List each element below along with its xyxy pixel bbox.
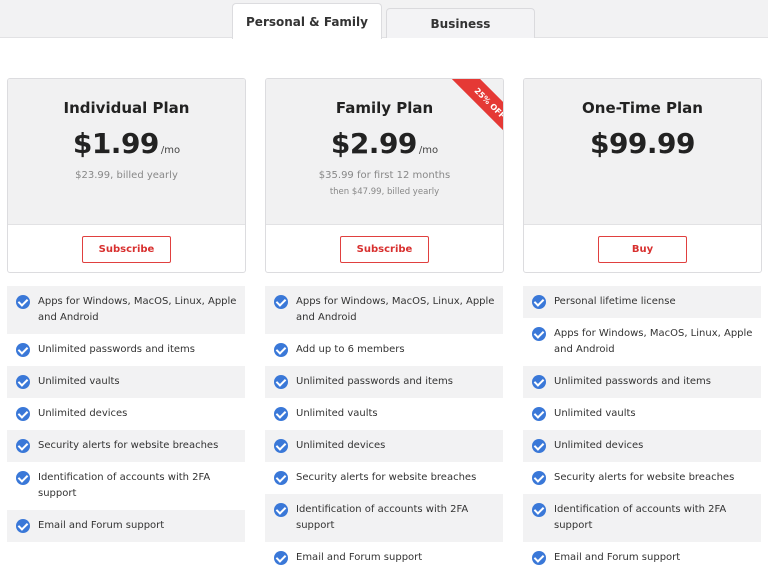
feature-text: Unlimited devices (554, 440, 644, 451)
feature-text: Apps for Windows, MacOS, Linux, Apple an… (554, 328, 753, 355)
feature-text: Security alerts for website breaches (554, 472, 735, 483)
feature-text: Identification of accounts with 2FA supp… (554, 504, 727, 531)
feature-item: Add up to 6 members (265, 334, 503, 366)
feature-text: Security alerts for website breaches (38, 440, 219, 451)
check-circle-icon (532, 295, 546, 309)
feature-item: Unlimited passwords and items (265, 366, 503, 398)
billing-note: $23.99, billed yearly (75, 170, 178, 181)
check-circle-icon (16, 519, 30, 533)
feature-item: Unlimited devices (7, 398, 245, 430)
check-circle-icon (532, 327, 546, 341)
feature-text: Apps for Windows, MacOS, Linux, Apple an… (38, 296, 237, 323)
billing-note: $35.99 for first 12 months (318, 170, 451, 181)
feature-text: Identification of accounts with 2FA supp… (296, 504, 469, 531)
plan-card-individual: Individual Plan $1.99 /mo $23.99, billed… (7, 78, 246, 273)
feature-text: Identification of accounts with 2FA supp… (38, 472, 211, 499)
feature-item: Security alerts for website breaches (265, 462, 503, 494)
feature-text: Unlimited passwords and items (38, 344, 195, 355)
check-circle-icon (532, 551, 546, 565)
plan-name: One-Time Plan (582, 99, 703, 117)
feature-item: Security alerts for website breaches (7, 430, 245, 462)
feature-item: Email and Forum support (265, 542, 503, 574)
feature-item: Identification of accounts with 2FA supp… (7, 462, 245, 510)
feature-text: Unlimited devices (38, 408, 128, 419)
billing-note-secondary: then $47.99, billed yearly (329, 187, 440, 197)
plan-card-header: Individual Plan $1.99 /mo $23.99, billed… (8, 79, 245, 225)
subscribe-button[interactable]: Subscribe (82, 236, 171, 263)
feature-item: Personal lifetime license (523, 286, 761, 318)
feature-text: Apps for Windows, MacOS, Linux, Apple an… (296, 296, 495, 323)
plan-card-one-time: One-Time Plan $99.99 Buy (523, 78, 762, 273)
check-circle-icon (16, 439, 30, 453)
tab-personal-family[interactable]: Personal & Family (232, 3, 382, 39)
feature-item: Email and Forum support (523, 542, 761, 574)
check-circle-icon (274, 439, 288, 453)
check-circle-icon (532, 375, 546, 389)
feature-text: Unlimited vaults (296, 408, 378, 419)
feature-text: Email and Forum support (296, 552, 423, 563)
plan-card-header: One-Time Plan $99.99 (524, 79, 761, 225)
price-row: $99.99 (524, 127, 761, 160)
feature-item: Identification of accounts with 2FA supp… (523, 494, 761, 542)
feature-item: Unlimited devices (523, 430, 761, 462)
feature-text: Unlimited devices (296, 440, 386, 451)
buy-button[interactable]: Buy (598, 236, 687, 263)
feature-item: Security alerts for website breaches (523, 462, 761, 494)
feature-text: Personal lifetime license (554, 296, 676, 307)
check-circle-icon (274, 343, 288, 357)
subscribe-button[interactable]: Subscribe (340, 236, 429, 263)
check-circle-icon (16, 471, 30, 485)
check-circle-icon (532, 439, 546, 453)
check-circle-icon (532, 503, 546, 517)
feature-item: Identification of accounts with 2FA supp… (265, 494, 503, 542)
feature-item: Email and Forum support (7, 510, 245, 542)
plan-price: $2.99 (330, 127, 418, 160)
check-circle-icon (274, 551, 288, 565)
price-row: $1.99 /mo (8, 127, 245, 160)
feature-list-one-time: Personal lifetime license Apps for Windo… (523, 286, 761, 574)
feature-item: Unlimited passwords and items (523, 366, 761, 398)
feature-item: Apps for Windows, MacOS, Linux, Apple an… (523, 318, 761, 366)
check-circle-icon (274, 295, 288, 309)
feature-list-individual: Apps for Windows, MacOS, Linux, Apple an… (7, 286, 245, 542)
check-circle-icon (532, 407, 546, 421)
feature-text: Unlimited vaults (38, 376, 120, 387)
feature-item: Unlimited devices (265, 430, 503, 462)
feature-item: Unlimited vaults (265, 398, 503, 430)
feature-item: Unlimited passwords and items (7, 334, 245, 366)
tab-business[interactable]: Business (386, 8, 535, 38)
check-circle-icon (274, 407, 288, 421)
check-circle-icon (16, 295, 30, 309)
check-circle-icon (16, 375, 30, 389)
feature-text: Email and Forum support (554, 552, 681, 563)
feature-item: Unlimited vaults (7, 366, 245, 398)
feature-item: Unlimited vaults (523, 398, 761, 430)
discount-ribbon: 25% OFF (443, 79, 503, 139)
feature-list-family: Apps for Windows, MacOS, Linux, Apple an… (265, 286, 503, 574)
discount-ribbon-label: 25% OFF (451, 79, 503, 139)
check-circle-icon (532, 471, 546, 485)
feature-text: Unlimited passwords and items (554, 376, 711, 387)
check-circle-icon (274, 471, 288, 485)
feature-text: Email and Forum support (38, 520, 165, 531)
plan-price: $99.99 (589, 127, 696, 160)
price-period: /mo (418, 145, 439, 156)
plan-tabs: Personal & Family Business (0, 0, 768, 39)
feature-item: Apps for Windows, MacOS, Linux, Apple an… (265, 286, 503, 334)
check-circle-icon (274, 375, 288, 389)
check-circle-icon (16, 343, 30, 357)
plan-price: $1.99 (72, 127, 160, 160)
feature-text: Add up to 6 members (296, 344, 405, 355)
plan-card-family: Family Plan $2.99 /mo $35.99 for first 1… (265, 78, 504, 273)
feature-item: Apps for Windows, MacOS, Linux, Apple an… (7, 286, 245, 334)
feature-text: Security alerts for website breaches (296, 472, 477, 483)
check-circle-icon (16, 407, 30, 421)
price-period: /mo (160, 145, 181, 156)
feature-text: Unlimited passwords and items (296, 376, 453, 387)
plan-name: Individual Plan (63, 99, 190, 117)
check-circle-icon (274, 503, 288, 517)
feature-text: Unlimited vaults (554, 408, 636, 419)
